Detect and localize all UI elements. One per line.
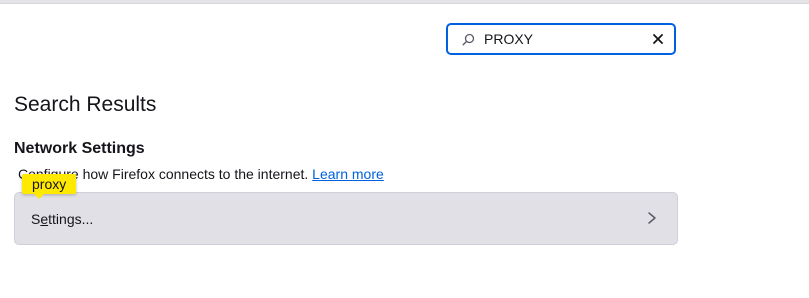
search-highlight-tooltip: proxy — [22, 174, 77, 199]
network-settings-title: Network Settings — [14, 140, 145, 157]
search-icon — [460, 31, 476, 47]
learn-more-link[interactable]: Learn more — [312, 166, 384, 182]
search-box[interactable] — [446, 23, 676, 55]
preferences-page: Search Results Network Settings Configur… — [0, 0, 809, 298]
search-results-heading: Search Results — [14, 93, 157, 116]
settings-button-label: Settings... — [31, 210, 94, 227]
clear-search-button[interactable] — [650, 31, 666, 47]
chevron-right-icon — [648, 212, 656, 224]
network-settings-button[interactable]: Settings... — [14, 192, 678, 245]
close-icon — [653, 34, 663, 44]
search-input[interactable] — [484, 31, 644, 47]
top-border — [0, 0, 809, 4]
